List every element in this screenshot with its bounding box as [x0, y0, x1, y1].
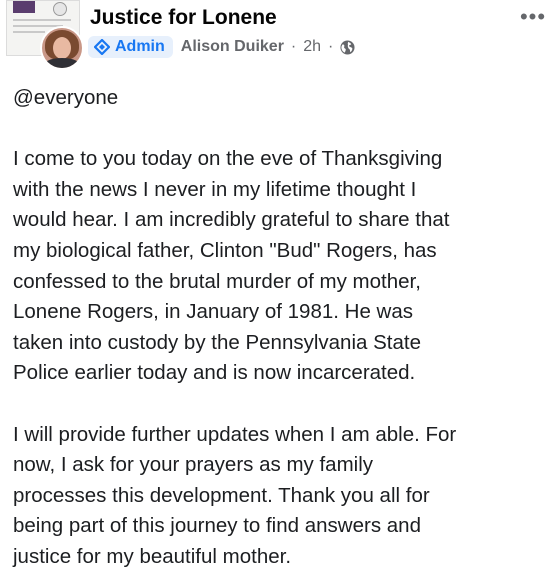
- more-options-button[interactable]: •••: [518, 6, 548, 28]
- admin-badge[interactable]: Admin: [88, 36, 173, 58]
- thumbnail-seal-icon: [53, 2, 67, 16]
- author-name-link[interactable]: Alison Duiker: [181, 38, 284, 56]
- post-paragraph-1: I come to you today on the eve of Thanks…: [13, 147, 450, 385]
- thumbnail-text-line: [13, 19, 71, 21]
- avatar-face: [53, 37, 71, 59]
- post-body: @everyone I come to you today on the eve…: [13, 83, 553, 573]
- author-avatar[interactable]: [40, 26, 84, 70]
- mention-everyone[interactable]: @everyone: [13, 83, 553, 114]
- post-paragraph-2: I will provide further updates when I am…: [13, 422, 457, 568]
- thumbnail-photo: [13, 1, 35, 13]
- post-meta: Admin Alison Duiker · 2h ·: [88, 35, 355, 59]
- avatar-shirt: [44, 58, 80, 68]
- meta-separator: ·: [290, 38, 297, 55]
- admin-diamond-icon: [94, 39, 110, 55]
- globe-icon[interactable]: [340, 39, 355, 55]
- admin-badge-label: Admin: [115, 38, 165, 55]
- post-header: Justice for Lonene ••• Admin Alison Duik…: [0, 0, 560, 72]
- thumbnail-text-line: [13, 31, 45, 33]
- group-name-link[interactable]: Justice for Lonene: [90, 6, 277, 30]
- meta-separator: ·: [328, 38, 334, 55]
- post-timestamp[interactable]: 2h: [303, 38, 321, 56]
- more-options-icon: •••: [519, 4, 547, 29]
